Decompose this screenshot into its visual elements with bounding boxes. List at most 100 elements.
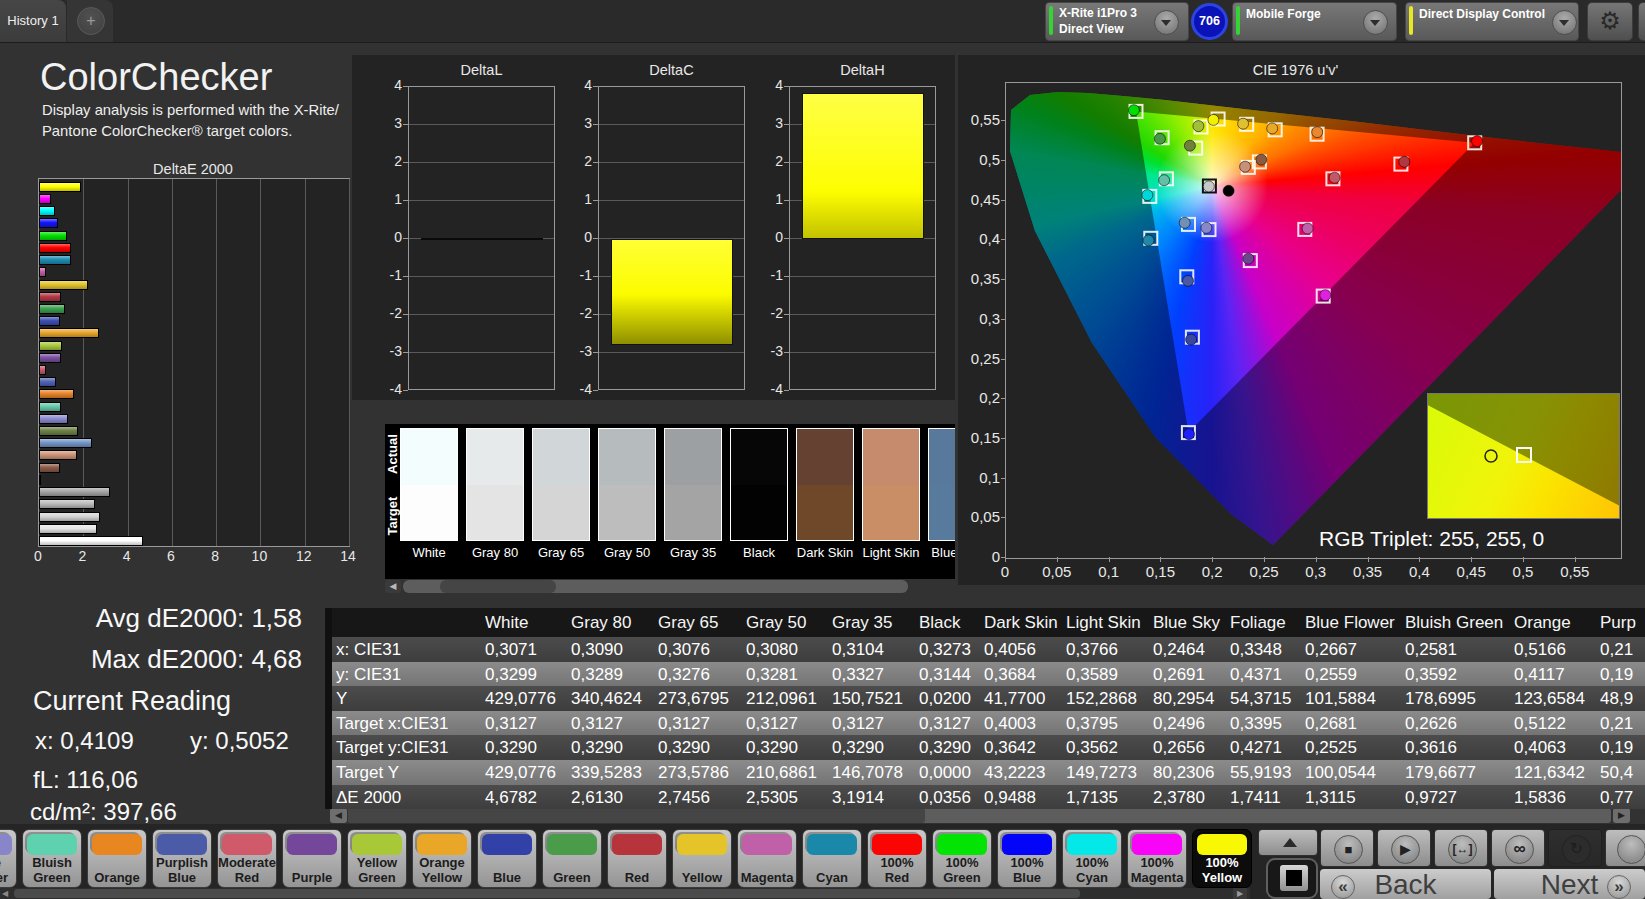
refresh-button[interactable]: ↻ (1548, 829, 1602, 867)
patch-button-yellow-green[interactable]: YellowGreen (347, 829, 407, 888)
stop-button[interactable]: ■ (1320, 829, 1374, 867)
table-cell: 0,3795 (1066, 712, 1150, 736)
cie-ytick-0,45: 0,45 (958, 191, 1000, 208)
display-control-chevron-down-icon[interactable] (1552, 10, 1577, 35)
patch-swatch (417, 834, 467, 855)
deltah-ytick--4: -4 (749, 381, 783, 397)
source-chevron-down-icon[interactable] (1363, 10, 1388, 35)
strip-scrollbar-left-arrow[interactable]: ◀ (2, 888, 8, 899)
single-measure-button[interactable]: [↔] (1434, 829, 1488, 867)
meter-count-badge[interactable]: 706 (1191, 3, 1228, 40)
swatch-scrollbar[interactable] (403, 580, 908, 593)
page-subtitle-line1: Display analysis is performed with the X… (42, 102, 339, 118)
pattern-window-button[interactable] (1266, 858, 1318, 899)
back-button[interactable]: « Back (1320, 869, 1491, 899)
current-y-readout: y: 0,5052 (190, 727, 289, 755)
table-scrollbar[interactable] (348, 808, 1611, 823)
deltal-ytickmark (403, 124, 408, 125)
table-header-Gray 35: Gray 35 (832, 608, 916, 637)
app-window: History 1 + X-Rite i1Pro 3 Direct View 7… (0, 0, 1645, 899)
patch-button-cyan[interactable]: Cyan (802, 829, 862, 888)
cie-ytickmark (1001, 200, 1005, 201)
tab-add[interactable]: + (67, 0, 113, 42)
cie-xtick-0: 0 (984, 563, 1026, 580)
strip-scrollbar-thumb[interactable] (14, 889, 1080, 898)
patch-button-100-magenta[interactable]: 100%Magenta (1127, 829, 1187, 888)
cie-ytickmark (1001, 478, 1005, 479)
patch-label: Red (608, 870, 666, 885)
extra-button[interactable] (1605, 829, 1645, 867)
cie-ytickmark (1001, 120, 1005, 121)
patch-swatch (1197, 834, 1247, 855)
inset-target-point (1517, 448, 1531, 462)
table-scrollbar-thumb[interactable] (348, 808, 925, 823)
table-header-Black: Black (919, 608, 981, 637)
cie-actual-purple (1243, 253, 1254, 264)
patch-button-bluish-green[interactable]: BluishGreen (22, 829, 82, 888)
swatch-row-label-actual: Actual (385, 424, 399, 484)
table-cell: 1,7135 (1066, 786, 1150, 810)
patch-button-orange[interactable]: Orange (87, 829, 147, 888)
deltal-ytick-2: 2 (368, 153, 402, 169)
meter-selector[interactable]: X-Rite i1Pro 3 Direct View (1045, 2, 1189, 41)
next-button[interactable]: Next » (1494, 869, 1645, 899)
patch-button-red[interactable]: Red (607, 829, 667, 888)
strip-collapse-button[interactable] (1258, 829, 1318, 856)
deltac-ytickmark (593, 276, 598, 277)
deltac-ytick-3: 3 (558, 115, 592, 131)
deltac-ytick-0: 0 (558, 229, 592, 245)
patch-button-100-cyan[interactable]: 100%Cyan (1062, 829, 1122, 888)
table-cell: 80,2306 (1153, 761, 1227, 785)
cie-xtick-0,25: 0,25 (1243, 563, 1285, 580)
settings-gear-icon[interactable]: ⚙ (1587, 2, 1633, 41)
deltal-gridline (409, 276, 554, 277)
strip-scrollbar[interactable]: ◀ ▶ (0, 888, 1250, 899)
add-tab-icon[interactable]: + (77, 7, 105, 35)
patch-button-100-yellow[interactable]: 100%Yellow (1192, 829, 1252, 888)
table-cell: 0,3127 (746, 712, 829, 736)
deltae-xtick-12: 12 (289, 548, 319, 564)
patch-button-orange-yellow[interactable]: OrangeYellow (412, 829, 472, 888)
continuous-measure-button[interactable]: ∞ (1491, 829, 1545, 867)
table-cell: 0,3684 (984, 663, 1063, 687)
patch-button-100-green[interactable]: 100%Green (932, 829, 992, 888)
patch-button-blue-flower[interactable]: BlueFlower (0, 829, 17, 888)
table-cell: 100,0544 (1305, 761, 1402, 785)
play-button[interactable]: ▶ (1377, 829, 1431, 867)
table-cell: 0,3290 (919, 736, 981, 760)
table-cell: 0,2464 (1153, 638, 1227, 662)
display-control-selector[interactable]: Direct Display Control (1405, 2, 1579, 41)
deltah-ytickmark (784, 276, 789, 277)
swatch-scrollbar-thumb[interactable] (440, 580, 556, 593)
patch-button-magenta[interactable]: Magenta (737, 829, 797, 888)
patch-button-purple[interactable]: Purple (282, 829, 342, 888)
cie-xtickmark (1471, 557, 1472, 562)
table-cell: 0,3562 (1066, 736, 1150, 760)
deltal-ytickmark (403, 314, 408, 315)
table-cell: 80,2954 (1153, 687, 1227, 711)
deltal-ytickmark (403, 162, 408, 163)
strip-scrollbar-right-arrow[interactable]: ▶ (1233, 888, 1247, 899)
swatch-gray-35 (664, 428, 722, 541)
patch-button-100-red[interactable]: 100% Red (867, 829, 927, 888)
table-scrollbar-right-arrow[interactable]: ▶ (1613, 808, 1630, 823)
source-selector[interactable]: Mobile Forge (1232, 2, 1397, 41)
tab-history-1[interactable]: History 1 (0, 0, 66, 42)
swatch-scrollbar-left-arrow[interactable]: ◀ (385, 580, 401, 593)
table-cell: 0,3290 (571, 736, 655, 760)
meter-chevron-down-icon[interactable] (1154, 10, 1179, 35)
patch-button-moderate-red[interactable]: ModerateRed (217, 829, 277, 888)
cie-actual-blue (1186, 334, 1197, 345)
table-cell: 0,9488 (984, 786, 1063, 810)
table-cell: 0,3290 (485, 736, 568, 760)
table-cell: 0,4271 (1230, 736, 1302, 760)
patch-button-green[interactable]: Green (542, 829, 602, 888)
patch-button-100-blue[interactable]: 100%Blue (997, 829, 1057, 888)
partial-button[interactable] (1638, 2, 1645, 41)
patch-button-yellow[interactable]: Yellow (672, 829, 732, 888)
table-cell: 0,3766 (1066, 638, 1150, 662)
deltal-ytickmark (403, 352, 408, 353)
patch-button-purplish-blue[interactable]: PurplishBlue (152, 829, 212, 888)
patch-button-blue[interactable]: Blue (477, 829, 537, 888)
table-scrollbar-left-arrow[interactable]: ◀ (330, 808, 347, 823)
